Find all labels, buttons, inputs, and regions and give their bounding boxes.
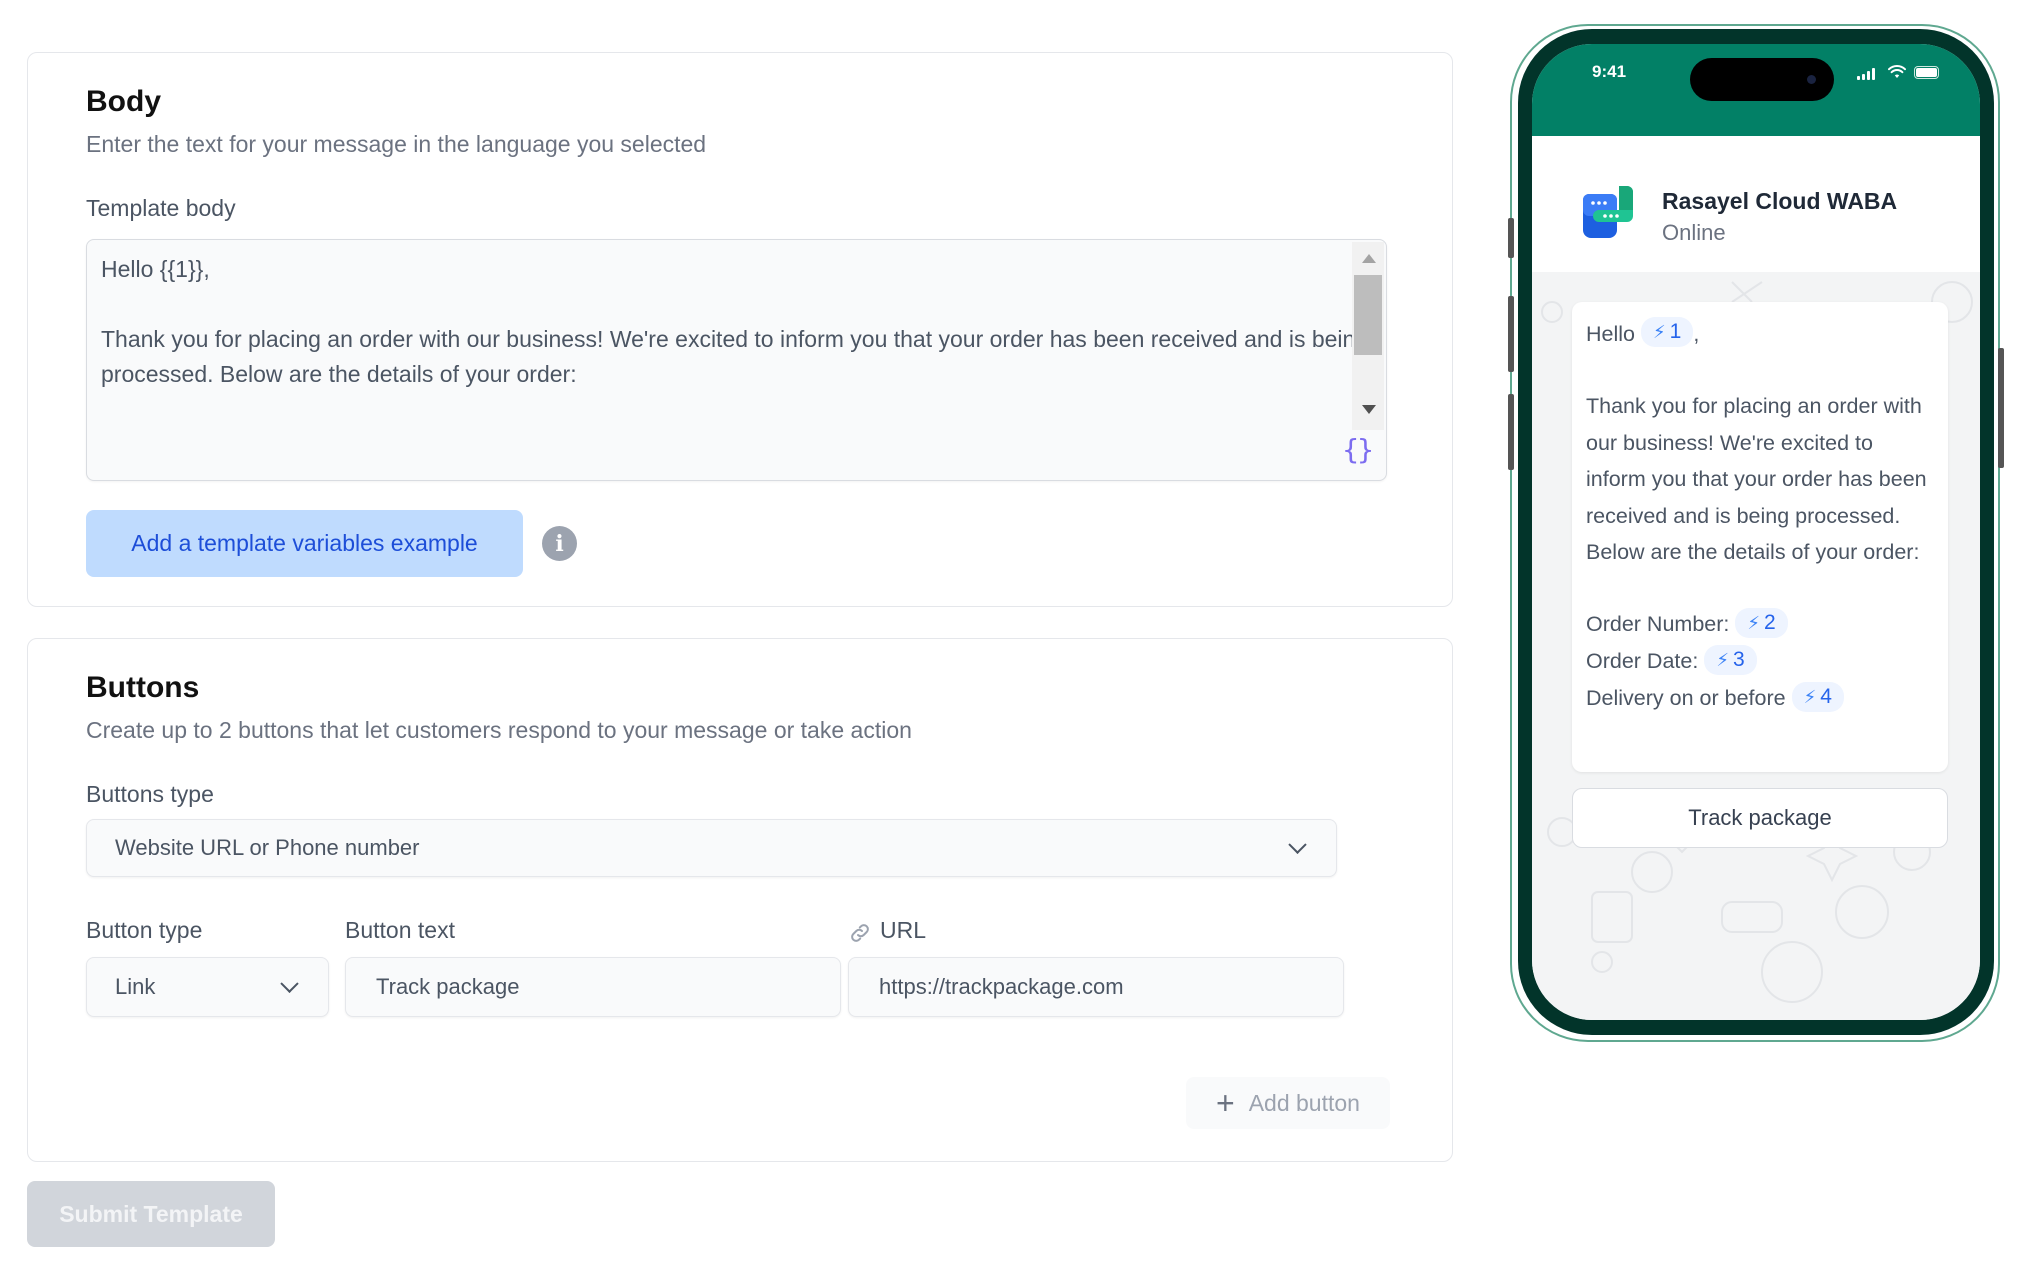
rasayel-logo-icon: [1583, 186, 1633, 238]
body-section-subtitle: Enter the text for your message in the l…: [86, 131, 707, 157]
buttons-section-subtitle: Create up to 2 buttons that let customer…: [86, 717, 912, 743]
phone-power-button: [1998, 348, 2004, 468]
template-body-text[interactable]: Hello {{1}}, Thank you for placing an or…: [101, 252, 1371, 392]
textarea-scrollbar[interactable]: [1352, 242, 1384, 430]
scroll-down-arrow-icon[interactable]: [1362, 405, 1376, 414]
button-type-label: Button type: [86, 917, 203, 943]
order-details: Order Number: ⚡ 2 Order Date: ⚡ 3 Delivery…: [1586, 606, 1934, 717]
template-body-textarea[interactable]: Hello {{1}}, Thank you for placing an or…: [86, 239, 1387, 481]
lightning-icon: ⚡: [1747, 612, 1760, 633]
greeting-suffix: ,: [1693, 322, 1700, 346]
phone-screen: 9:41 Rasayel Cloud WABA Online Hello ⚡ 1…: [1532, 44, 1980, 1020]
camera-dot: [1807, 75, 1816, 84]
contact-status: Online: [1662, 220, 1726, 245]
variable-chip: ⚡ 4: [1791, 681, 1844, 712]
scrollbar-thumb[interactable]: [1354, 275, 1382, 355]
buttons-type-select[interactable]: Website URL or Phone number: [86, 819, 1337, 877]
body-section-card: Body Enter the text for your message in …: [27, 52, 1453, 607]
button-type-select[interactable]: Link: [86, 957, 329, 1017]
phone-status-bar: 9:41: [1532, 44, 1980, 136]
buttons-section-card: Buttons Create up to 2 buttons that let …: [27, 638, 1453, 1162]
url-value: https://trackpackage.com: [879, 974, 1124, 999]
chat-background: Hello ⚡ 1, Thank you for placing an order…: [1532, 272, 1980, 1020]
order-detail-label: Order Number:: [1586, 612, 1730, 637]
button-type-value: Link: [115, 974, 156, 999]
signal-icon: [1857, 68, 1875, 80]
url-input[interactable]: https://trackpackage.com: [848, 957, 1344, 1017]
button-text-value: Track package: [376, 974, 520, 999]
add-button-button[interactable]: + Add button: [1186, 1077, 1390, 1129]
button-text-input[interactable]: Track package: [345, 957, 841, 1017]
variable-number: 1: [1669, 320, 1682, 344]
template-body-label: Template body: [86, 195, 236, 221]
link-icon: [848, 921, 872, 950]
wifi-icon: [1888, 65, 1906, 78]
phone-volume-down-button: [1508, 394, 1514, 470]
variable-number: 2: [1764, 610, 1776, 634]
buttons-type-label: Buttons type: [86, 781, 214, 807]
scroll-up-arrow-icon[interactable]: [1362, 254, 1376, 263]
message-bubble: Hello ⚡ 1, Thank you for placing an order…: [1572, 302, 1948, 772]
info-icon[interactable]: i: [542, 526, 577, 561]
url-label: URL: [880, 917, 927, 943]
variable-chip: ⚡ 3: [1704, 644, 1757, 675]
order-detail-line: Order Date: ⚡ 3: [1586, 643, 1934, 680]
chat-header: Rasayel Cloud WABA Online: [1532, 136, 1980, 272]
variable-chip: ⚡ 2: [1735, 607, 1788, 638]
variable-chip: ⚡ 1: [1640, 317, 1694, 348]
chevron-down-icon: [1288, 835, 1307, 854]
plus-icon: +: [1216, 1085, 1235, 1121]
status-time: 9:41: [1592, 62, 1627, 81]
phone-volume-up-button: [1508, 296, 1514, 372]
variable-number: 4: [1820, 684, 1832, 708]
phone-side-button: [1508, 218, 1514, 258]
add-template-variables-example-button[interactable]: Add a template variables example: [86, 510, 523, 577]
body-section-title: Body: [86, 85, 161, 118]
order-detail-label: Order Date:: [1586, 649, 1699, 674]
curly-braces-icon[interactable]: {}: [1342, 433, 1374, 466]
variable-number: 3: [1732, 647, 1745, 671]
order-detail-line: Delivery on or before ⚡ 4: [1586, 680, 1934, 717]
chevron-down-icon: [280, 974, 299, 993]
lightning-icon: ⚡: [1652, 322, 1666, 343]
submit-template-button[interactable]: Submit Template: [27, 1181, 275, 1247]
lightning-icon: ⚡: [1803, 686, 1817, 707]
buttons-type-value: Website URL or Phone number: [115, 835, 420, 860]
message-paragraph: Thank you for placing an order with our …: [1586, 394, 1927, 565]
button-text-label: Button text: [345, 917, 455, 943]
buttons-section-title: Buttons: [86, 671, 200, 704]
preview-track-package-button[interactable]: Track package: [1572, 788, 1948, 848]
order-detail-label: Delivery on or before: [1586, 686, 1786, 711]
dynamic-island: [1690, 58, 1834, 101]
greeting-line: Hello ⚡ 1,: [1586, 316, 1934, 352]
greeting-text: Hello: [1586, 322, 1635, 346]
lightning-icon: ⚡: [1716, 649, 1729, 670]
order-detail-line: Order Number: ⚡ 2: [1586, 606, 1934, 643]
contact-name: Rasayel Cloud WABA: [1662, 188, 1898, 214]
add-button-label: Add button: [1248, 1089, 1360, 1116]
battery-icon: [1914, 66, 1939, 79]
